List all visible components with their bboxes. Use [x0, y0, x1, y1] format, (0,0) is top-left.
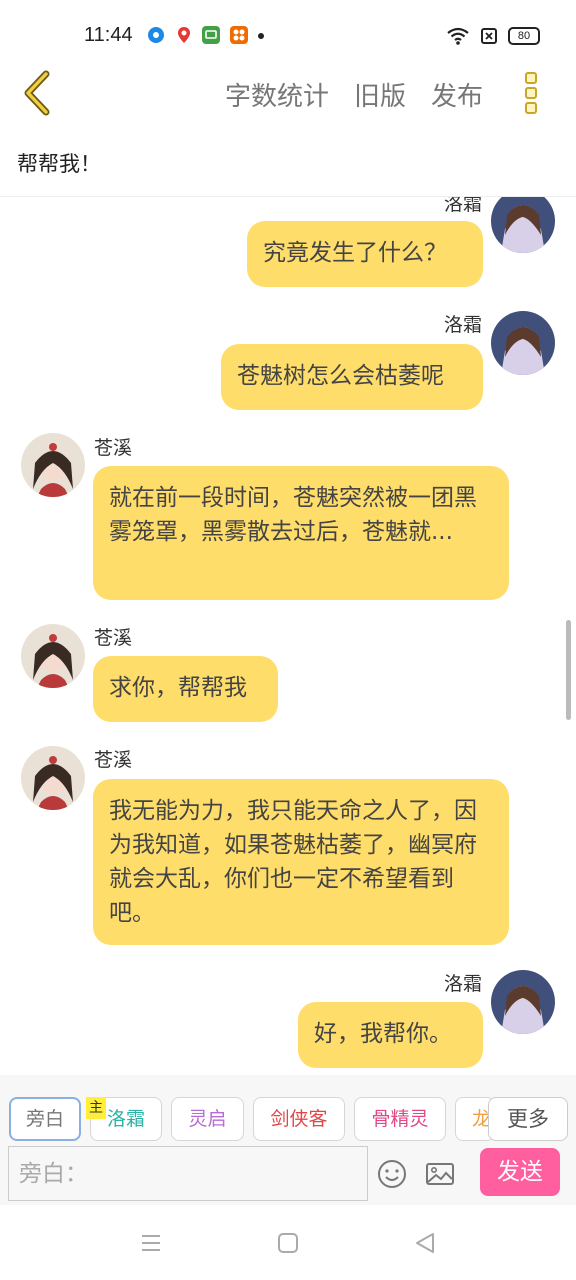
avatar[interactable] [491, 197, 555, 253]
iqiyi-icon [202, 26, 220, 44]
wifi-icon [447, 27, 469, 45]
status-bar: 11:44 80 [0, 0, 576, 70]
chat-area[interactable]: 洛霜 究竟发生了什么？ 洛霜 苍魅树怎么会枯萎呢 苍溪 就在前一段时间，苍魅突然… [0, 197, 576, 1073]
message-bubble[interactable]: 就在前一段时间，苍魅突然被一团黑雾笼罩，黑雾散去过后，苍魅就... [93, 466, 509, 600]
message-input-box [8, 1146, 368, 1201]
main-role-badge: 主 [86, 1097, 106, 1119]
avatar[interactable] [21, 624, 85, 688]
send-button[interactable]: 发送 [480, 1148, 560, 1196]
battery-icon: 80 [508, 27, 540, 45]
sender-name: 洛霜 [443, 197, 482, 215]
message-bubble[interactable]: 苍魅树怎么会枯萎呢 [221, 344, 483, 410]
avatar[interactable] [491, 970, 555, 1034]
sender-name: 洛霜 [443, 314, 482, 336]
status-time: 11:44 [84, 24, 133, 46]
back-triangle-icon[interactable] [413, 1231, 437, 1255]
sender-name: 苍溪 [94, 749, 133, 771]
smiley-icon[interactable] [376, 1158, 408, 1190]
word-count-button[interactable]: 字数统计 [225, 76, 329, 113]
chevron-left-icon[interactable] [18, 70, 58, 116]
sim-icon [481, 28, 497, 44]
sender-name: 洛霜 [443, 973, 482, 995]
avatar[interactable] [21, 433, 85, 497]
sender-name: 苍溪 [94, 627, 133, 649]
menu-icon[interactable] [520, 72, 542, 118]
scrollbar[interactable] [566, 620, 571, 720]
message-bubble[interactable]: 究竟发生了什么？ [247, 221, 483, 287]
avatar[interactable] [491, 311, 555, 375]
more-roles-button[interactable]: 更多 [488, 1097, 568, 1141]
chat-title: 帮帮我！ [17, 152, 101, 176]
system-nav-bar [0, 1205, 576, 1280]
role-chip-jianxiake[interactable]: 剑侠客 [253, 1097, 345, 1141]
menu-lines-icon[interactable] [139, 1231, 163, 1255]
message-bubble[interactable]: 好，我帮你。 [298, 1002, 483, 1068]
message-bubble[interactable]: 求你，帮帮我 [93, 656, 278, 722]
location-icon [178, 27, 190, 43]
role-chip-lingqi[interactable]: 灵启 [171, 1097, 244, 1141]
browser-icon [148, 27, 164, 43]
image-icon[interactable] [424, 1158, 456, 1190]
notification-dot [258, 33, 264, 39]
home-square-icon[interactable] [276, 1231, 300, 1255]
role-chip-gujingling[interactable]: 骨精灵 [354, 1097, 446, 1141]
old-version-button[interactable]: 旧版 [354, 76, 406, 113]
sender-name: 苍溪 [94, 437, 133, 459]
avatar[interactable] [21, 746, 85, 810]
photo-app-icon [230, 26, 248, 44]
top-bar: 字数统计 旧版 发布 [0, 70, 576, 120]
message-bubble[interactable]: 我无能为力，我只能天命之人了，因为我知道，如果苍魅枯萎了，幽冥府就会大乱，你们也… [93, 779, 509, 945]
role-chip-narrator[interactable]: 旁白 [9, 1097, 81, 1141]
message-input[interactable] [9, 1147, 367, 1200]
publish-button[interactable]: 发布 [431, 76, 483, 113]
